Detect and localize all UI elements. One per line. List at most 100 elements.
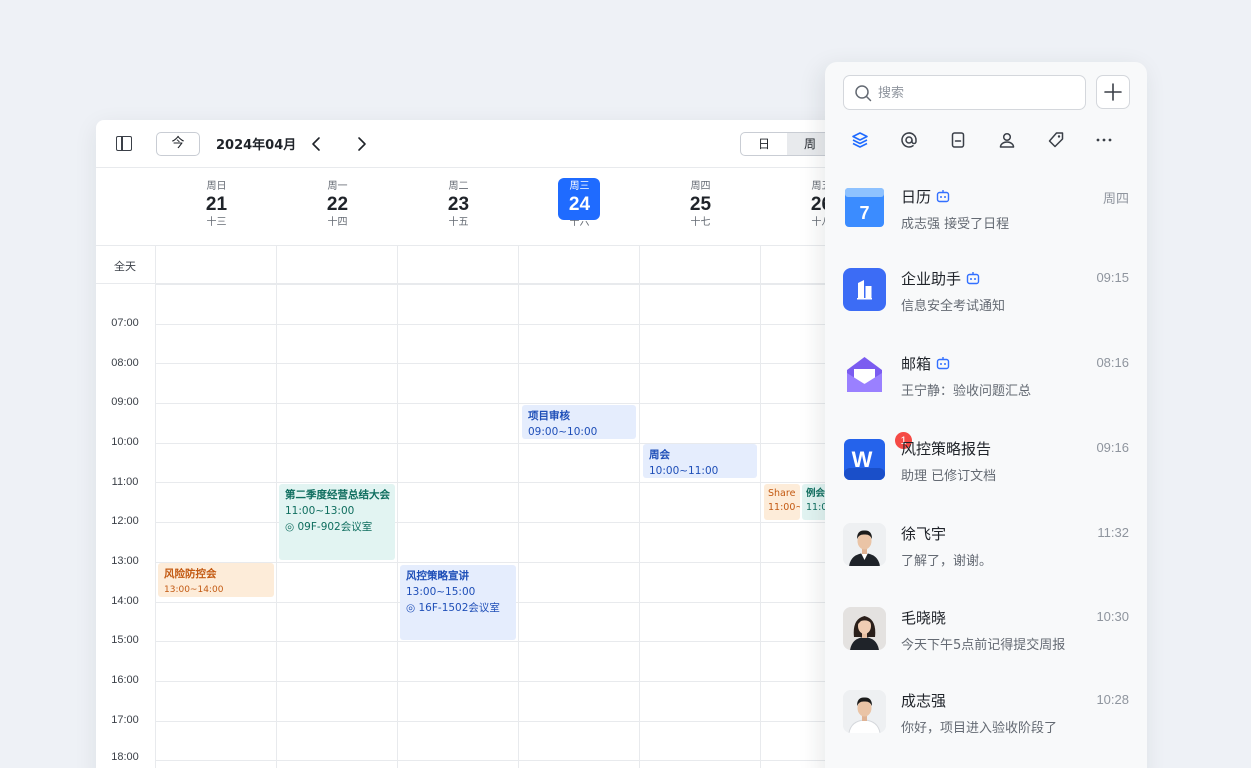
hour-gridline (155, 641, 856, 642)
plus-icon (1104, 83, 1122, 101)
chat-preview: 信息安全考试通知 (901, 299, 1006, 314)
doc-icon[interactable] (946, 128, 970, 152)
hour-gridline (155, 403, 856, 404)
event-block[interactable]: 风险防控会 13:00~14:00 (158, 563, 274, 597)
hour-gridline (155, 324, 856, 325)
chat-time: 10:30 (1096, 609, 1129, 624)
column-divider (760, 246, 761, 768)
lunar-date: 十五 (448, 217, 469, 228)
allday-row[interactable]: 全天 (96, 246, 856, 284)
chat-name: 成志强 (901, 690, 946, 710)
day-header[interactable]: 周日 21 十三 (156, 168, 277, 246)
event-block[interactable]: 风控策略宣讲 13:00~15:00 ◎ 16F-1502会议室 (400, 565, 516, 640)
time-label: 17:00 (111, 714, 139, 726)
add-button[interactable] (1096, 75, 1130, 109)
person-avatar-female (843, 607, 886, 650)
sidebar-toggle-icon[interactable] (116, 136, 132, 151)
chat-item[interactable]: 邮箱 王宁静：验收问题汇总 08:16 (825, 353, 1147, 437)
event-title: Share (768, 488, 796, 499)
filter-bar (825, 126, 1147, 154)
time-label: 15:00 (111, 634, 139, 646)
event-time: 11:00~ (768, 502, 800, 513)
hour-gridline (155, 681, 856, 682)
person-avatar-male (843, 523, 886, 566)
chat-item[interactable]: 徐飞宇 了解了，谢谢。 11:32 (825, 523, 1147, 607)
event-title: 风险防控会 (164, 568, 217, 580)
search-input[interactable] (878, 82, 1078, 104)
chat-name-label: 风控策略报告 (901, 439, 992, 458)
search-box[interactable] (843, 75, 1086, 110)
bot-icon (936, 357, 950, 370)
day-header[interactable]: 周二 23 十五 (398, 168, 519, 246)
chat-preview: 你好，项目进入验收阶段了 (901, 721, 1058, 736)
time-label: 13:00 (111, 555, 139, 567)
tag-icon[interactable] (1044, 128, 1068, 152)
time-grid[interactable]: 07:00 08:00 09:00 10:00 11:00 12:00 13:0… (96, 246, 856, 768)
weekday-label: 周一 (327, 181, 348, 192)
today-button[interactable]: 今 (156, 132, 200, 156)
day-header-today[interactable]: 周三 24 十六 (519, 168, 640, 246)
day-header[interactable]: 周四 25 十七 (640, 168, 761, 246)
event-block[interactable]: 项目审核 09:00~10:00 (522, 405, 636, 439)
chat-name-label: 企业助手 (901, 269, 962, 288)
event-block[interactable]: 周会 10:00~11:00 (643, 444, 757, 478)
column-divider (155, 246, 156, 768)
more-icon[interactable] (1092, 128, 1116, 152)
event-time: 13:00~14:00 (164, 585, 224, 595)
lunar-date: 十四 (327, 217, 348, 228)
hour-gridline (155, 284, 856, 285)
chat-item[interactable]: 企业助手 信息安全考试通知 09:15 (825, 268, 1147, 352)
date-number: 21 (205, 194, 228, 215)
weekday-label: 周三 (569, 181, 590, 192)
day-headers: 周日 21 十三 周一 22 十四 周二 23 十五 周三 24 十六 周四 2… (96, 168, 856, 246)
hour-gridline (155, 482, 856, 483)
hour-gridline (155, 363, 856, 364)
event-title: 风控策略宣讲 (406, 570, 469, 582)
chat-time: 09:15 (1096, 270, 1129, 285)
lunar-date: 十三 (206, 217, 227, 228)
chat-time: 11:32 (1097, 525, 1129, 540)
chat-name: 邮箱 (901, 353, 951, 373)
chat-item[interactable]: 毛晓晓 今天下午5点前记得提交周报 10:30 (825, 607, 1147, 691)
chat-name-label: 成志强 (901, 691, 947, 710)
chat-item[interactable]: 7 日历 成志强 接受了日程 周四 (825, 186, 1147, 270)
hour-gridline (155, 522, 856, 523)
event-block[interactable]: Share 11:00~ (764, 484, 800, 520)
event-title: 周会 (649, 449, 670, 461)
person-icon[interactable] (995, 128, 1019, 152)
enterprise-assistant-icon (843, 268, 886, 311)
event-time: 13:00~15:00 (406, 586, 476, 598)
event-block[interactable]: 第二季度经营总结大会 11:00~13:00 ◎ 09F-902会议室 (279, 484, 395, 560)
hour-gridline (155, 721, 856, 722)
time-label: 16:00 (111, 674, 139, 686)
time-label: 12:00 (111, 515, 139, 527)
date-number: 24 (568, 194, 591, 215)
chevron-right-icon[interactable] (352, 134, 370, 154)
allday-label: 全天 (114, 260, 136, 273)
calendar-app-number: 7 (859, 203, 869, 223)
chat-name: 企业助手 (901, 268, 981, 288)
date-number: 25 (689, 194, 712, 215)
chat-name: 日历 (901, 186, 951, 206)
event-time: 10:00~11:00 (649, 465, 719, 477)
chevron-left-icon[interactable] (308, 134, 326, 154)
date-number: 22 (326, 194, 349, 215)
column-divider (276, 246, 277, 768)
hour-gridline (155, 760, 856, 761)
view-day-button[interactable]: 日 (741, 133, 787, 155)
day-header[interactable]: 周一 22 十四 (277, 168, 398, 246)
calendar-app-icon: 7 (843, 186, 886, 229)
chat-preview: 今天下午5点前记得提交周报 (901, 638, 1066, 653)
event-title: 项目审核 (528, 410, 570, 422)
time-label: 09:00 (111, 396, 139, 408)
chat-item[interactable]: W 1 风控策略报告 助理 已修订文档 09:16 (825, 431, 1147, 522)
chat-item[interactable]: 成志强 你好，项目进入验收阶段了 10:28 (825, 690, 1147, 768)
time-label: 18:00 (111, 751, 139, 763)
word-doc-icon: W 1 (843, 431, 913, 481)
column-divider (518, 246, 519, 768)
at-icon[interactable] (897, 128, 921, 152)
calendar-toolbar: 今 2024年04月 日 周 (96, 120, 856, 168)
layers-icon[interactable] (848, 128, 872, 152)
time-label: 10:00 (111, 436, 139, 448)
date-number: 23 (447, 194, 470, 215)
